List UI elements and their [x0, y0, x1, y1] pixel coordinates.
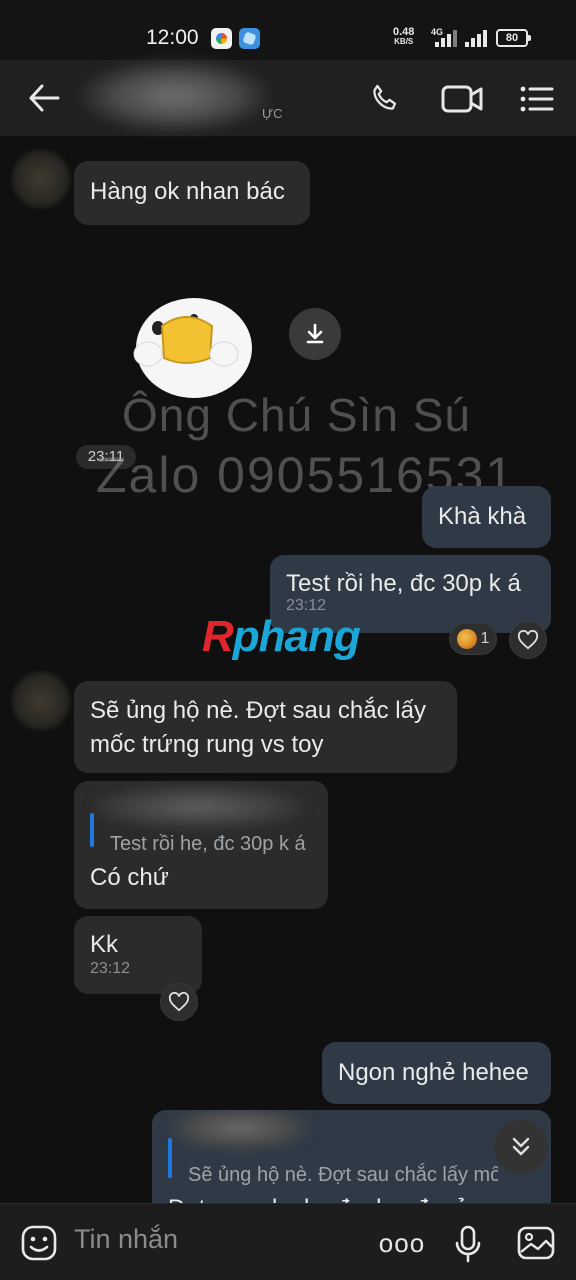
download-icon [306, 323, 324, 344]
download-button[interactable] [289, 308, 341, 360]
quoted-text: Sẽ ủng hộ nè. Đợt sau chắc lấy mốc [188, 1164, 498, 1186]
scroll-to-bottom-button[interactable] [494, 1120, 548, 1174]
message-input[interactable]: Tin nhắn [74, 1224, 178, 1255]
avatar[interactable] [12, 672, 70, 730]
speed-value: 0.48 [393, 26, 415, 38]
message-time: 23:12 [90, 960, 131, 977]
message-text: Hàng ok nhan bác [90, 178, 285, 205]
reaction-badge[interactable]: 1 [449, 623, 497, 655]
brand-logo: Rphang [202, 612, 361, 662]
contact-status: ỰC [262, 106, 283, 121]
speed-unit: KB/S [394, 37, 414, 46]
watermark-name: Ông Chú Sìn Sú [122, 389, 471, 441]
message-text: Ngon nghẻ hehee [338, 1059, 529, 1086]
like-heart-button[interactable] [509, 621, 547, 659]
quoted-text: Test rồi he, đc 30p k á [110, 833, 306, 855]
network-speed: 0.48 KB/S [393, 27, 414, 47]
battery-icon: 80 [496, 29, 531, 47]
brand-letter: R [202, 612, 234, 661]
duck-sticker[interactable] [128, 282, 260, 400]
message-text: Có chứ [90, 864, 169, 891]
phone-icon[interactable] [364, 78, 406, 120]
signal-icon [435, 30, 457, 47]
double-chevron-down-icon [512, 1137, 530, 1156]
avatar[interactable] [12, 150, 70, 208]
chat-header: ỰC [0, 60, 576, 136]
microphone-icon[interactable] [450, 1222, 486, 1266]
video-call-icon[interactable] [438, 78, 486, 120]
more-options-icon[interactable]: ooo [378, 1226, 426, 1260]
quote-bar [168, 1138, 172, 1178]
emoji-icon[interactable] [18, 1222, 60, 1264]
laugh-emoji-icon [456, 629, 477, 649]
like-heart-button[interactable] [160, 983, 198, 1021]
quoted-sender-blurred [170, 1110, 310, 1150]
quote-bar [90, 813, 94, 847]
status-time: 12:00 [146, 26, 199, 49]
menu-list-icon[interactable] [516, 78, 558, 120]
gallery-app-icon [239, 28, 260, 49]
signal-icon-2 [465, 30, 487, 47]
reaction-count: 1 [480, 630, 490, 647]
heart-icon [517, 630, 539, 650]
brand-word: phang [232, 612, 361, 661]
message-bubble-incoming[interactable]: Sẽ ủng hộ nè. Đợt sau chắc lấy mốc trứng… [74, 681, 457, 773]
message-text: Test rồi he, đc 30p k á [286, 570, 521, 597]
photos-app-icon [211, 28, 232, 49]
message-text: Khà khà [438, 503, 527, 530]
quoted-sender-blurred [94, 785, 304, 829]
message-text: Kk [90, 931, 119, 958]
message-bubble-outgoing[interactable]: Ngon nghẻ hehee [322, 1042, 551, 1104]
message-bubble-incoming[interactable]: Kk 23:12 [74, 916, 202, 994]
heart-icon [168, 992, 190, 1012]
message-bubble-outgoing[interactable]: Khà khà [422, 486, 551, 548]
message-text: Sẽ ủng hộ nè. Đợt sau chắc lấy mốc trứng… [90, 697, 426, 758]
message-bubble-reply[interactable]: Test rồi he, đc 30p k á Có chứ [74, 781, 328, 909]
back-arrow-icon[interactable] [20, 78, 68, 118]
image-gallery-icon[interactable] [514, 1222, 558, 1264]
contact-name-blurred[interactable] [80, 60, 270, 132]
composer-bar: Tin nhắn ooo [0, 1203, 576, 1280]
message-bubble-incoming[interactable]: Hàng ok nhan bác [74, 161, 310, 225]
